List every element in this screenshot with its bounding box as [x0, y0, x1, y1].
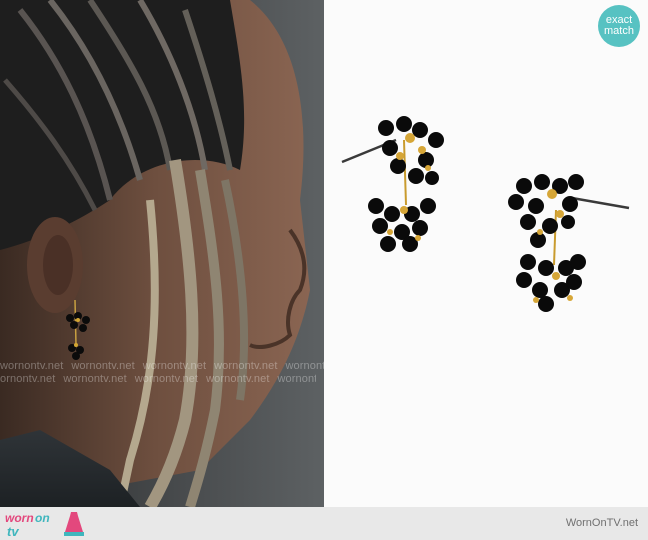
earring-left [341, 116, 444, 252]
watermark-row: wornontv.networnontv.networnontv.networn… [0, 360, 324, 372]
badge-line-2: match [604, 25, 634, 37]
logo-word-tv: tv [7, 524, 19, 538]
footer-bar: worn on tv WornOnTV.net [0, 507, 648, 540]
watermark-row: wornontv.networnontv.networnontv.networn… [0, 373, 316, 385]
dress-icon [64, 512, 84, 536]
footer-site-name[interactable]: WornOnTV.net [566, 517, 638, 529]
earrings-product-art [341, 116, 630, 312]
earring-right [508, 174, 630, 312]
logo-word-on: on [35, 511, 50, 525]
wornontv-logo[interactable]: worn on tv [5, 510, 87, 538]
scene-photo: wornontv.net wornontv.net wornontv.net worn… [0, 0, 324, 507]
scene-photo-art [0, 0, 324, 507]
product-photo [324, 0, 648, 507]
screenshot-frame: wornontv.net wornontv.net wornontv.net worn… [0, 0, 648, 540]
logo-word-worn: worn [5, 511, 34, 525]
exact-match-badge: exact match [598, 5, 640, 47]
